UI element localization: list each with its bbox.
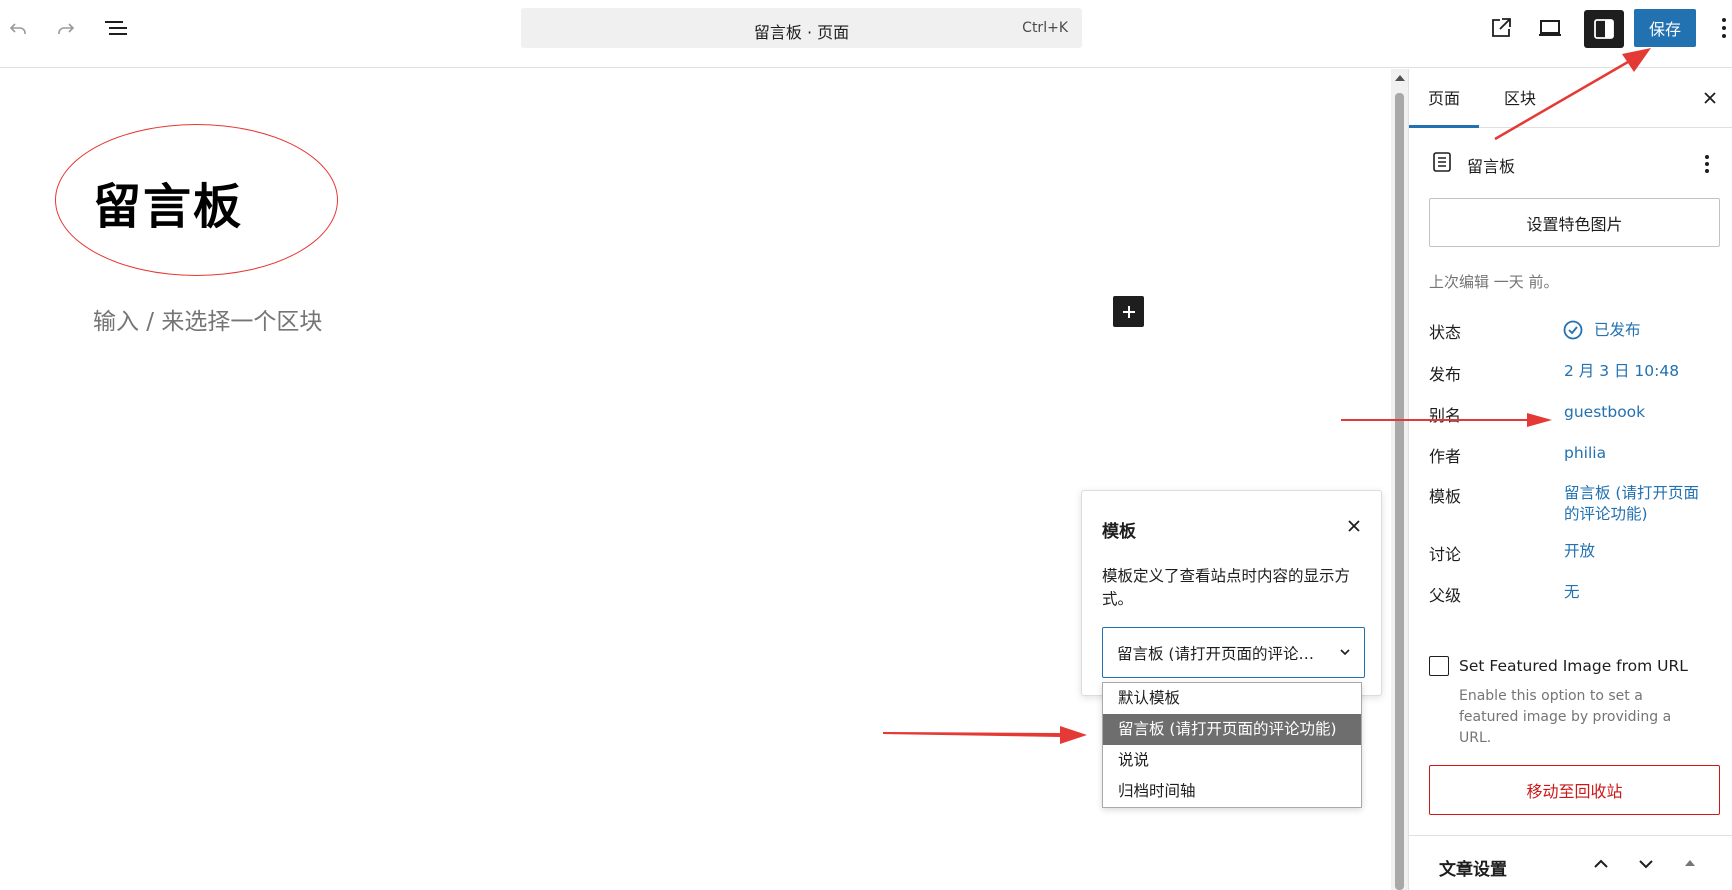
publish-label: 发布	[1429, 365, 1462, 384]
settings-sidebar-toggle-button[interactable]	[1584, 10, 1624, 48]
template-value-line2[interactable]: 的评论功能)	[1564, 504, 1648, 525]
template-option-selected[interactable]: 留言板 (请打开页面的评论功能)	[1103, 714, 1361, 745]
close-icon[interactable]	[1699, 87, 1721, 109]
slug-label: 别名	[1429, 406, 1462, 425]
article-settings-panel: 文章设置	[1409, 835, 1732, 890]
discussion-label: 讨论	[1429, 545, 1462, 564]
template-label: 模板	[1429, 487, 1462, 506]
discussion-value[interactable]: 开放	[1564, 541, 1595, 562]
featured-url-checkbox[interactable]	[1429, 656, 1449, 676]
command-shortcut: Ctrl+K	[1022, 20, 1068, 36]
command-palette-bar[interactable]: 留言板 · 页面 Ctrl+K	[521, 8, 1082, 48]
tab-page[interactable]: 页面	[1409, 69, 1479, 128]
post-title[interactable]: 留言板	[93, 167, 243, 237]
tab-block[interactable]: 区块	[1495, 69, 1545, 128]
settings-sidebar: 页面 区块 留言板 设置特色图片 上次编辑 一天 前。 状态 已发布 发布 2 …	[1408, 69, 1732, 890]
external-link-icon[interactable]	[1483, 10, 1519, 46]
document-bar-title: 留言板 · 页面	[753, 23, 850, 42]
scroll-up-arrow[interactable]	[1395, 75, 1405, 81]
sidebar-tabs: 页面 区块	[1409, 69, 1732, 128]
editor-scrollbar[interactable]	[1391, 69, 1408, 890]
parent-label: 父级	[1429, 586, 1462, 605]
template-option[interactable]: 归档时间轴	[1103, 776, 1361, 807]
template-value[interactable]: 留言板 (请打开页面	[1564, 483, 1699, 504]
template-dropdown-list: 默认模板 留言板 (请打开页面的评论功能) 说说 归档时间轴	[1102, 682, 1362, 808]
popover-title: 模板	[1102, 522, 1136, 542]
status-label: 状态	[1429, 323, 1462, 342]
top-toolbar: 留言板 · 页面 Ctrl+K 保存	[0, 0, 1732, 68]
featured-url-help: Enable this option to set a featured ima…	[1459, 688, 1672, 746]
desktop-preview-icon[interactable]	[1532, 10, 1568, 46]
list-view-icon[interactable]	[98, 10, 134, 46]
set-featured-image-button[interactable]: 设置特色图片	[1429, 198, 1720, 247]
plus-icon	[1122, 305, 1135, 318]
parent-value[interactable]: 无	[1564, 582, 1580, 603]
template-option[interactable]: 默认模板	[1103, 683, 1361, 714]
template-select[interactable]: 留言板 (请打开页面的评论…	[1102, 627, 1365, 678]
close-icon[interactable]	[1343, 515, 1365, 537]
redo-icon[interactable]	[48, 10, 84, 46]
template-select-value: 留言板 (请打开页面的评论…	[1117, 645, 1314, 663]
template-popover: 模板 模板定义了查看站点时内容的显示方式。 留言板 (请打开页面的评论…	[1081, 490, 1382, 696]
chevron-up-icon[interactable]	[1591, 854, 1611, 878]
article-settings-title: 文章设置	[1439, 860, 1507, 880]
sidebar-toggle-icon	[1594, 19, 1614, 39]
check-circle-icon	[1562, 319, 1584, 345]
status-value[interactable]: 已发布	[1594, 320, 1641, 341]
chevron-down-icon[interactable]	[1636, 854, 1656, 878]
last-edited-text: 上次编辑 一天 前。	[1429, 273, 1559, 291]
block-inserter-button[interactable]	[1113, 296, 1144, 327]
move-to-trash-button[interactable]: 移动至回收站	[1429, 765, 1720, 815]
more-vertical-icon[interactable]	[1718, 14, 1730, 44]
scrollbar-thumb[interactable]	[1395, 93, 1404, 890]
template-option[interactable]: 说说	[1103, 745, 1361, 776]
save-button[interactable]: 保存	[1634, 9, 1696, 47]
undo-icon[interactable]	[0, 10, 36, 46]
page-icon	[1431, 151, 1453, 177]
featured-url-label: Set Featured Image from URL	[1459, 657, 1688, 675]
author-label: 作者	[1429, 447, 1462, 466]
document-title: 留言板	[1467, 157, 1516, 176]
publish-value[interactable]: 2 月 3 日 10:48	[1564, 361, 1679, 382]
popover-description: 模板定义了查看站点时内容的显示方式。	[1102, 567, 1351, 608]
chevron-down-icon	[1338, 644, 1352, 663]
more-vertical-icon[interactable]	[1703, 153, 1711, 179]
slug-value[interactable]: guestbook	[1564, 402, 1645, 423]
author-value[interactable]: philia	[1564, 443, 1606, 464]
scroll-up-arrow[interactable]	[1685, 860, 1695, 866]
block-placeholder[interactable]: 输入 / 来选择一个区块	[93, 302, 322, 336]
